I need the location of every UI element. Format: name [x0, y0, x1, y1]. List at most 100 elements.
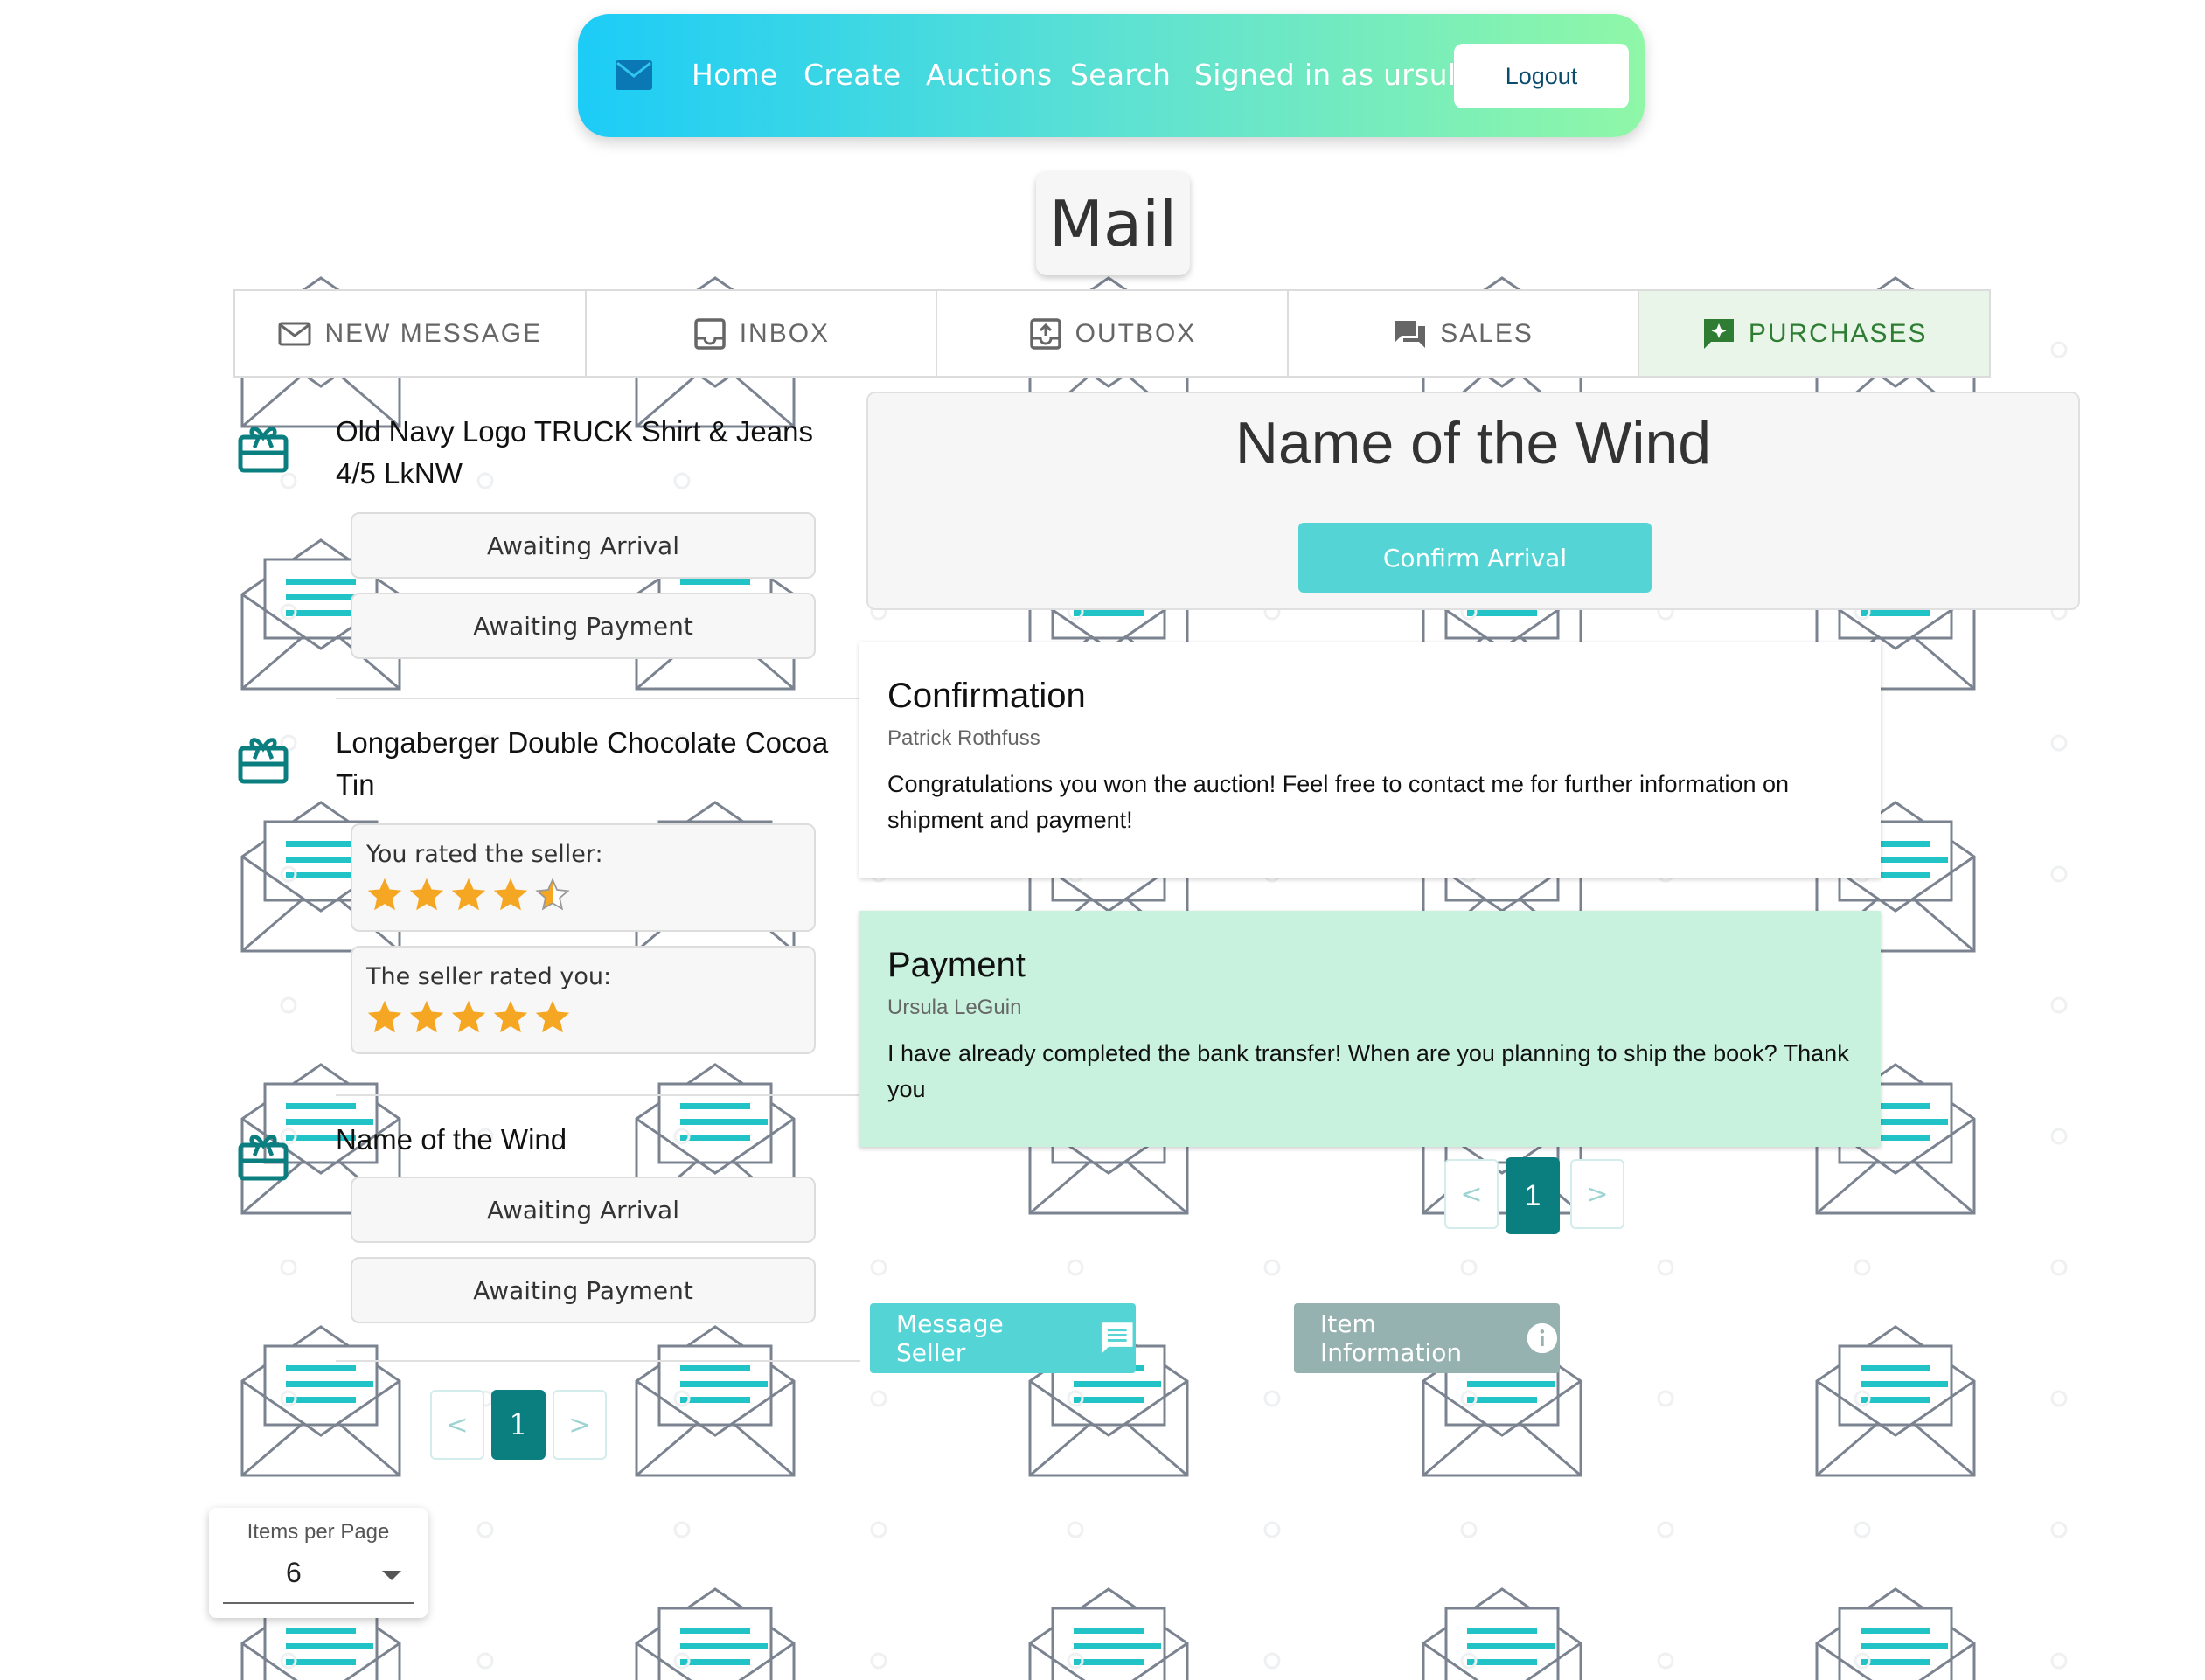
- dot-decoration: [1854, 1521, 1871, 1538]
- dot-decoration: [1263, 1521, 1281, 1538]
- dot-decoration: [2050, 1259, 2068, 1276]
- dropdown-arrow-icon[interactable]: [382, 1571, 401, 1580]
- tab-sales[interactable]: SALES: [1289, 291, 1640, 376]
- gift-icon: [238, 1135, 289, 1181]
- message-sender: Ursula LeGuin: [887, 996, 1022, 1019]
- items-per-page-value: 6: [286, 1557, 302, 1588]
- dot-decoration: [673, 1521, 691, 1538]
- list-item[interactable]: Longaberger Double Chocolate Cocoa Tin Y…: [236, 722, 866, 1115]
- dot-decoration: [1657, 1652, 1674, 1670]
- star-rating: [366, 877, 814, 913]
- dot-decoration: [2050, 1390, 2068, 1407]
- star-filled-icon: [493, 878, 528, 911]
- star-filled-icon: [451, 1000, 486, 1033]
- dot-decoration: [2050, 996, 2068, 1014]
- message-pager-next-button[interactable]: >: [1570, 1159, 1624, 1229]
- nav-home-link[interactable]: Home: [692, 58, 778, 93]
- divider: [336, 1360, 860, 1362]
- mail-icon[interactable]: [615, 59, 653, 91]
- dot-decoration: [476, 1652, 494, 1670]
- dot-decoration: [2050, 1128, 2068, 1145]
- tab-label: NEW MESSAGE: [324, 318, 543, 348]
- tab-label: INBOX: [739, 318, 831, 348]
- envelope-decoration: [1815, 1325, 1976, 1477]
- item-information-button[interactable]: Item Information: [1294, 1303, 1560, 1373]
- dot-decoration: [2050, 341, 2068, 358]
- envelope-outline-icon: [278, 322, 311, 345]
- logout-button[interactable]: Logout: [1454, 44, 1629, 108]
- item-information-label: Item Information: [1320, 1309, 1463, 1367]
- pager-next-button[interactable]: >: [553, 1390, 607, 1460]
- dot-decoration: [1460, 1259, 1478, 1276]
- dot-decoration: [870, 1521, 887, 1538]
- star-filled-icon: [367, 878, 402, 911]
- mail-tabs: NEW MESSAGE INBOX OUTBOX SALES PURCHASES: [233, 289, 1991, 378]
- nav-create-link[interactable]: Create: [803, 58, 901, 93]
- dot-decoration: [1067, 1521, 1084, 1538]
- message-body: Congratulations you won the auction! Fee…: [887, 771, 1790, 833]
- message-body: I have already completed the bank transf…: [887, 1040, 1849, 1102]
- gift-icon: [238, 427, 289, 473]
- dot-decoration: [1263, 1390, 1281, 1407]
- info-icon: [1527, 1322, 1558, 1354]
- tab-new-message[interactable]: NEW MESSAGE: [235, 291, 587, 376]
- forum-icon: [1395, 320, 1426, 348]
- items-per-page-select[interactable]: Items per Page 6: [209, 1508, 428, 1618]
- tab-inbox[interactable]: INBOX: [587, 291, 938, 376]
- seller-rated-label: The seller rated you:: [366, 963, 612, 990]
- status-awaiting-arrival: Awaiting Arrival: [351, 512, 816, 579]
- envelope-decoration: [1422, 1587, 1582, 1680]
- dot-decoration: [476, 1521, 494, 1538]
- detail-title: Name of the Wind: [1235, 410, 1712, 476]
- dot-decoration: [1657, 1521, 1674, 1538]
- message-subject: Payment: [887, 946, 1026, 984]
- dot-decoration: [2050, 1652, 2068, 1670]
- tab-label: OUTBOX: [1075, 318, 1197, 348]
- signed-in-user: Signed in as ursula: [1194, 58, 1474, 92]
- tab-label: PURCHASES: [1748, 318, 1928, 348]
- list-item[interactable]: Name of the Wind Awaiting Arrival Awaiti…: [236, 1119, 866, 1407]
- dot-decoration: [870, 1259, 887, 1276]
- dot-decoration: [1657, 1390, 1674, 1407]
- pager-prev-button[interactable]: <: [430, 1390, 484, 1460]
- message-seller-button[interactable]: Message Seller: [870, 1303, 1136, 1373]
- page-title: Mail: [1036, 172, 1190, 275]
- item-title: Longaberger Double Chocolate Cocoa Tin: [336, 726, 829, 801]
- dot-decoration: [1854, 1259, 1871, 1276]
- rated-seller-box: You rated the seller:: [351, 823, 816, 932]
- dot-decoration: [2050, 865, 2068, 883]
- confirm-arrival-button[interactable]: Confirm Arrival: [1298, 523, 1652, 593]
- message-pager-prev-button[interactable]: <: [1444, 1159, 1499, 1229]
- dot-decoration: [1263, 1652, 1281, 1670]
- tab-label: SALES: [1440, 318, 1534, 348]
- status-awaiting-arrival: Awaiting Arrival: [351, 1177, 816, 1243]
- inbox-icon: [693, 317, 726, 350]
- nav-search-link[interactable]: Search: [1070, 58, 1171, 93]
- dot-decoration: [2050, 1521, 2068, 1538]
- divider: [336, 1094, 860, 1096]
- star-rating: [366, 999, 814, 1036]
- message-seller-label: Message Seller: [896, 1309, 1004, 1367]
- message-card[interactable]: Payment Ursula LeGuin I have already com…: [859, 911, 1881, 1147]
- tab-outbox[interactable]: OUTBOX: [937, 291, 1289, 376]
- star-filled-icon: [409, 1000, 444, 1033]
- star-filled-icon: [409, 878, 444, 911]
- dot-decoration: [2050, 734, 2068, 752]
- envelope-decoration: [635, 1587, 796, 1680]
- star-filled-icon: [535, 1000, 570, 1033]
- tab-purchases[interactable]: PURCHASES: [1639, 291, 1989, 376]
- message-card[interactable]: Confirmation Patrick Rothfuss Congratula…: [859, 642, 1881, 878]
- item-title: Name of the Wind: [336, 1123, 567, 1156]
- rated-seller-label: You rated the seller:: [366, 841, 603, 868]
- dot-decoration: [1657, 1259, 1674, 1276]
- list-item[interactable]: Old Navy Logo TRUCK Shirt & Jeans 4/5 Lk…: [236, 411, 866, 708]
- sparkle-chat-icon: [1703, 318, 1734, 349]
- dot-decoration: [870, 1652, 887, 1670]
- dot-decoration: [1067, 1259, 1084, 1276]
- nav-auctions-link[interactable]: Auctions: [926, 58, 1052, 93]
- message-pager-current-page[interactable]: 1: [1506, 1157, 1560, 1234]
- status-awaiting-payment: Awaiting Payment: [351, 1257, 816, 1323]
- purchase-detail-header: Name of the Wind Confirm Arrival: [866, 392, 2080, 610]
- message-subject: Confirmation: [887, 677, 1086, 715]
- pager-current-page[interactable]: 1: [491, 1390, 546, 1460]
